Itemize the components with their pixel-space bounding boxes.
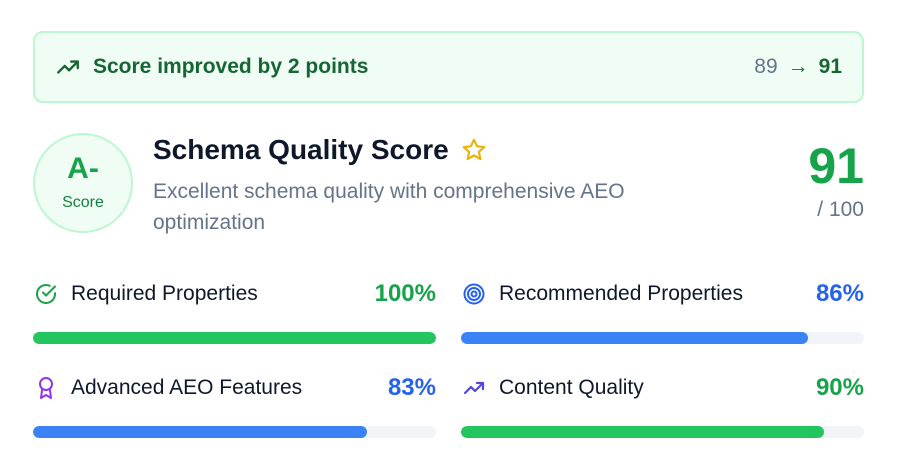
total-score-value: 91: [808, 138, 864, 194]
grade-label: Score: [62, 194, 104, 211]
score-change-values: 89 → 91: [754, 55, 842, 79]
metric-percent: 83%: [387, 374, 436, 401]
trending-up-icon: [463, 381, 485, 395]
previous-score: 89: [754, 55, 778, 78]
metric-label: Advanced AEO Features: [71, 376, 303, 399]
trending-up-icon: [57, 60, 79, 74]
current-score: 91: [818, 55, 842, 78]
metric-percent: 86%: [815, 280, 864, 307]
metric-content-quality: Content Quality 90%: [461, 373, 864, 438]
progress-bar: [33, 426, 436, 438]
progress-fill: [461, 426, 824, 438]
grade-badge: A- Score: [33, 133, 133, 233]
progress-bar: [33, 332, 436, 344]
score-description: Excellent schema quality with comprehens…: [153, 180, 625, 234]
award-icon: [39, 377, 53, 399]
total-score-max: / 100: [817, 198, 864, 221]
check-circle-icon: [36, 284, 56, 304]
metric-advanced-aeo-features: Advanced AEO Features 83%: [33, 373, 436, 438]
metric-label: Content Quality: [499, 376, 644, 399]
metric-percent: 100%: [374, 280, 436, 307]
progress-bar: [461, 426, 864, 438]
target-icon: [463, 283, 485, 305]
metric-percent: 90%: [815, 374, 864, 401]
score-header: Schema Quality Score Excellent schema qu…: [153, 134, 753, 238]
metric-label: Required Properties: [71, 282, 258, 305]
progress-fill: [33, 332, 436, 344]
page-title: Schema Quality Score: [153, 134, 449, 165]
metric-required-properties: Required Properties 100%: [33, 279, 436, 344]
score-change-banner: Score improved by 2 points 89 → 91: [33, 31, 864, 103]
score-change-message: Score improved by 2 points: [93, 55, 369, 78]
metric-recommended-properties: Recommended Properties 86%: [461, 279, 864, 344]
arrow-right-icon: →: [787, 55, 809, 78]
progress-fill: [33, 426, 368, 438]
grade-letter: A-: [67, 152, 99, 185]
progress-fill: [461, 332, 808, 344]
progress-bar: [461, 332, 864, 344]
metric-label: Recommended Properties: [499, 282, 743, 305]
star-icon: [462, 138, 486, 161]
total-score: 91 / 100: [808, 140, 864, 222]
